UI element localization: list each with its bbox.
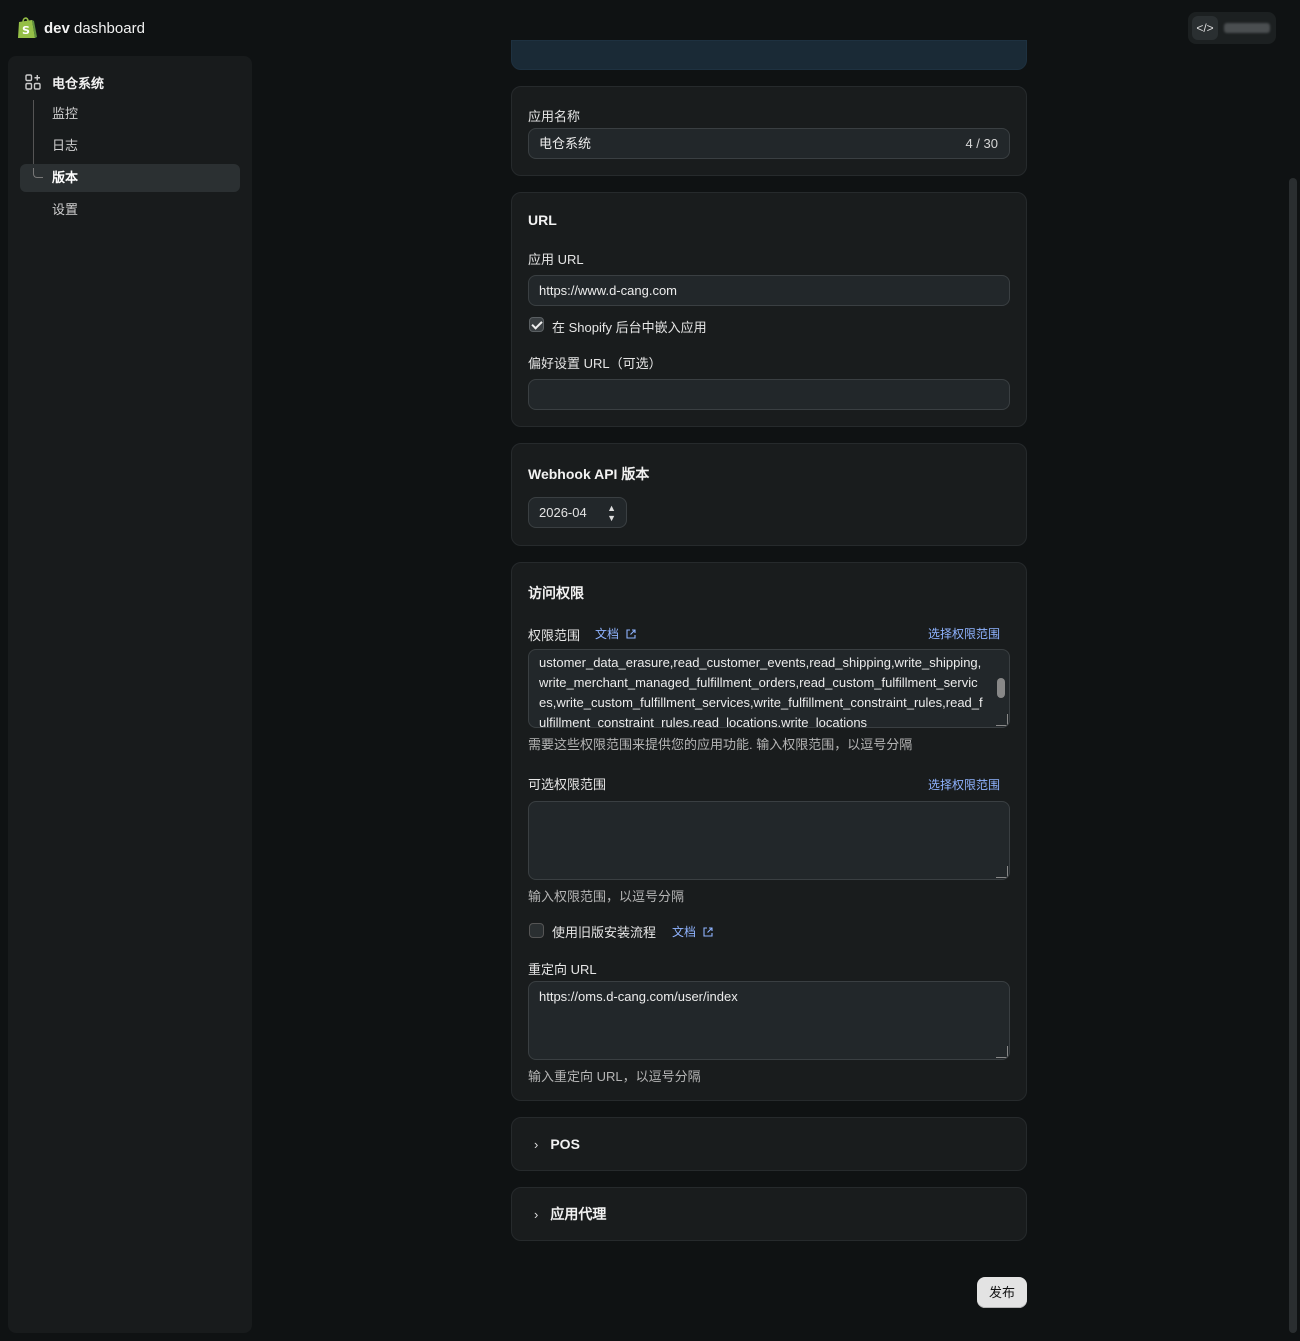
sidebar-item-logs[interactable]: 日志 [20, 132, 240, 160]
resize-handle[interactable] [996, 1046, 1008, 1058]
external-link-icon [703, 927, 713, 937]
scopes-hint: 需要这些权限范围来提供您的应用功能. 输入权限范围，以逗号分隔 [528, 737, 913, 752]
sidebar-app-root[interactable]: 电仓系统 [8, 68, 252, 96]
external-link-icon [626, 629, 636, 639]
webhook-version-select[interactable]: 2026-04 ▲ ▼ [528, 497, 627, 528]
sidebar-item-versions[interactable]: 版本 [20, 164, 240, 192]
redirect-url-value: https://oms.d-cang.com/user/index [539, 989, 738, 1004]
info-banner [511, 40, 1027, 70]
apps-icon [25, 74, 41, 90]
sidebar-app-name: 电仓系统 [52, 75, 105, 91]
app-url-input[interactable]: https://www.d-cang.com [528, 275, 1010, 306]
legacy-docs-text: 文档 [672, 925, 697, 939]
sidebar-tree: 监控 日志 版本 设置 [20, 100, 240, 224]
legacy-install-checkbox[interactable] [529, 923, 544, 938]
app-proxy-title: 应用代理 [550, 1206, 607, 1222]
url-card-title: URL [528, 212, 557, 228]
app-url-label: 应用 URL [528, 252, 584, 267]
redirect-url-hint: 输入重定向 URL，以逗号分隔 [528, 1069, 701, 1084]
app-name-label: 应用名称 [528, 109, 581, 124]
optional-select-scopes-link[interactable]: 选择权限范围 [928, 776, 1000, 793]
chevron-right-icon: › [534, 1136, 539, 1152]
optional-scopes-hint: 输入权限范围，以逗号分隔 [528, 889, 685, 904]
sidebar-item-monitor[interactable]: 监控 [20, 100, 240, 128]
embed-checkbox[interactable] [529, 317, 544, 332]
scopes-docs-text: 文档 [595, 627, 620, 641]
app-proxy-card[interactable]: › 应用代理 [511, 1187, 1027, 1241]
pref-url-label: 偏好设置 URL（可选） [528, 356, 662, 371]
app-name-card: 应用名称 电仓系统 4 / 30 [511, 86, 1027, 176]
embed-label: 在 Shopify 后台中嵌入应用 [552, 320, 707, 335]
pos-title: POS [550, 1136, 580, 1152]
access-card: 访问权限 权限范围 文档 选择权限范围 ustomer_data_erasure… [511, 562, 1027, 1101]
sidebar: 电仓系统 监控 日志 版本 设置 [8, 56, 252, 1333]
select-scopes-link[interactable]: 选择权限范围 [928, 625, 1000, 642]
brand-name: dev dashboard [44, 19, 145, 37]
textarea-scrollbar[interactable] [995, 652, 1007, 713]
webhook-card: Webhook API 版本 2026-04 ▲ ▼ [511, 443, 1027, 546]
scopes-value: ustomer_data_erasure,read_customer_event… [539, 655, 983, 728]
chevron-right-icon: › [534, 1206, 539, 1222]
code-icon[interactable]: </> [1192, 16, 1218, 40]
blurred-account [1224, 23, 1270, 33]
dev-tools-toggle[interactable]: </> [1188, 12, 1276, 44]
access-title: 访问权限 [528, 585, 584, 601]
redirect-url-label: 重定向 URL [528, 962, 597, 977]
url-card: URL 应用 URL https://www.d-cang.com 在 Shop… [511, 192, 1027, 427]
publish-button[interactable]: 发布 [977, 1277, 1027, 1308]
scopes-textarea[interactable]: ustomer_data_erasure,read_customer_event… [528, 649, 1010, 728]
logo[interactable]: S dev dashboard [16, 16, 145, 40]
resize-handle[interactable] [996, 714, 1008, 726]
shopify-bag-icon: S [18, 17, 37, 38]
scopes-docs-link[interactable]: 文档 [595, 625, 636, 642]
optional-scopes-textarea[interactable] [528, 801, 1010, 880]
app-name-input[interactable]: 电仓系统 4 / 30 [528, 128, 1010, 159]
redirect-url-textarea[interactable]: https://oms.d-cang.com/user/index [528, 981, 1010, 1060]
pref-url-input[interactable] [528, 379, 1010, 410]
resize-handle[interactable] [996, 866, 1008, 878]
app-url-value: https://www.d-cang.com [539, 283, 677, 298]
webhook-title: Webhook API 版本 [528, 466, 650, 482]
page-scrollbar[interactable] [1286, 0, 1300, 1341]
webhook-version-value: 2026-04 [539, 505, 587, 520]
scroll-thumb[interactable] [1289, 178, 1297, 1333]
legacy-docs-link[interactable]: 文档 [672, 923, 713, 940]
svg-text:S: S [22, 24, 30, 37]
tree-hook [33, 168, 43, 178]
app-name-value: 电仓系统 [539, 136, 592, 151]
optional-scopes-label: 可选权限范围 [528, 777, 607, 792]
scopes-label: 权限范围 [528, 628, 581, 643]
char-counter: 4 / 30 [965, 136, 998, 151]
pos-card[interactable]: › POS [511, 1117, 1027, 1171]
sidebar-item-settings[interactable]: 设置 [20, 196, 240, 224]
select-arrows-icon: ▲ ▼ [607, 503, 616, 523]
legacy-install-label: 使用旧版安装流程 [552, 925, 657, 940]
